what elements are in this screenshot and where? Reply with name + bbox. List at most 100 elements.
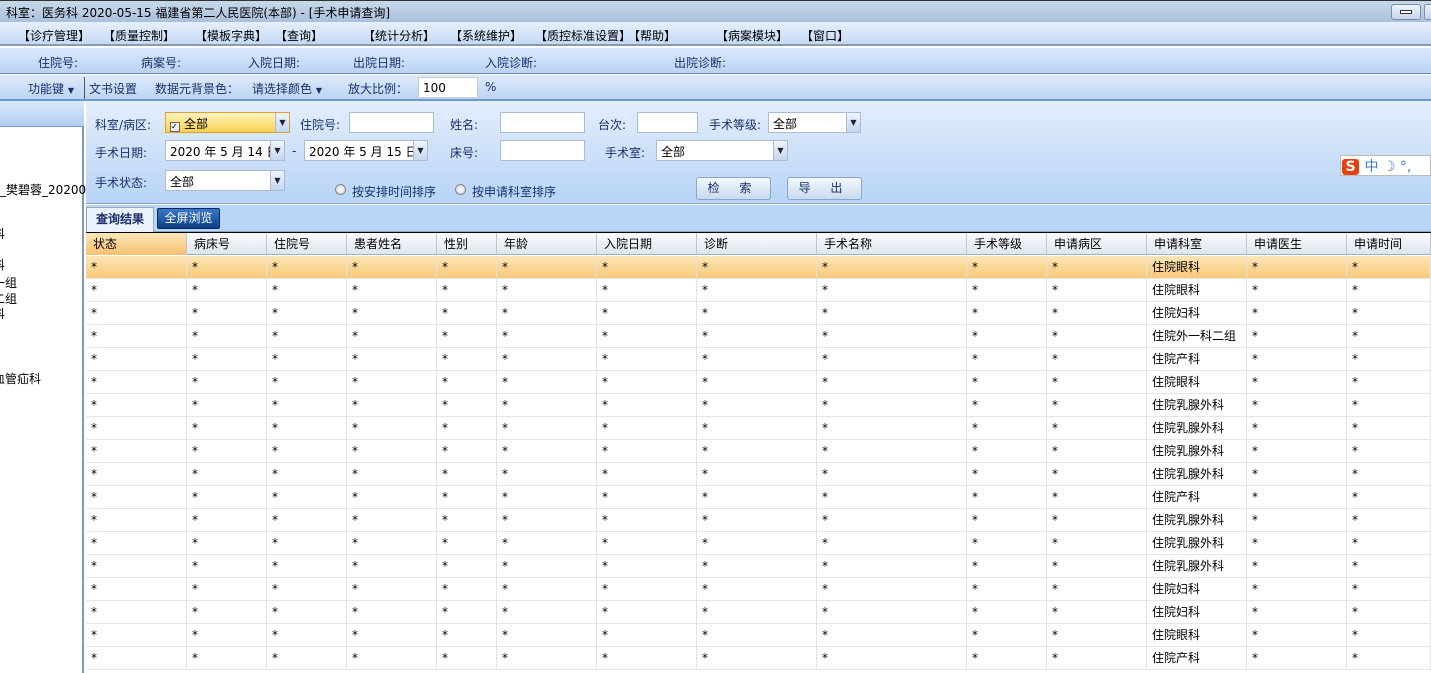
menu-item[interactable]: 【质控标准设置】 — [535, 27, 631, 44]
table-cell: * — [497, 624, 597, 647]
menu-item[interactable]: 【诊疗管理】 — [18, 27, 90, 44]
tree-item[interactable]: 血管疝科 — [0, 370, 41, 387]
table-cell: * — [597, 486, 697, 509]
table-row[interactable]: * * * * * * * * * * * 住院眼科 * * — [86, 279, 1431, 302]
column-header[interactable]: 申请病区 — [1047, 233, 1147, 255]
menu-item[interactable]: 【质量控制】 — [103, 27, 175, 44]
chevron-down-icon: ▼ — [270, 141, 284, 160]
table-cell: * — [1047, 325, 1147, 348]
name-input[interactable] — [500, 112, 585, 133]
tree-item[interactable]: 一组 — [0, 274, 17, 291]
table-row[interactable]: * * * * * * * * * * * 住院妇科 * * — [86, 578, 1431, 601]
column-header[interactable]: 年龄 — [497, 233, 597, 255]
table-cell: * — [817, 555, 967, 578]
date-from-picker[interactable]: 2020 年 5 月 14 日 ▼ — [165, 140, 285, 161]
table-cell: * — [347, 532, 437, 555]
table-row[interactable]: * * * * * * * * * * * 住院妇科 * * — [86, 302, 1431, 325]
sort-dept-radio[interactable] — [455, 184, 466, 195]
table-cell: 住院眼科 — [1147, 624, 1247, 647]
table-row[interactable]: * * * * * * * * * * * 住院产科 * * — [86, 348, 1431, 371]
inpatient-input[interactable] — [349, 112, 434, 133]
search-button[interactable]: 检 索 — [696, 177, 771, 200]
menu-item[interactable]: 【查询】 — [275, 27, 323, 44]
column-header[interactable]: 状态 — [86, 233, 187, 255]
table-row[interactable]: * * * * * * * * * * * 住院乳腺外科 * * — [86, 509, 1431, 532]
table-cell: * — [697, 647, 817, 670]
sort-dept-label: 按申请科室排序 — [472, 185, 557, 199]
menu-bar: 【诊疗管理】 【质量控制】 【模板字典】 【查询】 【统计分析】 【系统维护】 【质控标准设… — [0, 22, 1431, 46]
menu-item[interactable]: 【统计分析】 — [363, 27, 435, 44]
table-cell: * — [597, 348, 697, 371]
table-cell: * — [86, 647, 187, 670]
table-row[interactable]: * * * * * * * * * * * 住院乳腺外科 * * — [86, 417, 1431, 440]
table-cell: 住院眼科 — [1147, 256, 1247, 279]
table-row[interactable]: * * * * * * * * * * * 住院眼科 * * — [86, 371, 1431, 394]
sogou-logo-icon: S — [1342, 159, 1359, 175]
table-cell: * — [1247, 463, 1347, 486]
sort-time-radio[interactable] — [335, 184, 346, 195]
column-header[interactable]: 患者姓名 — [347, 233, 437, 255]
table-row[interactable]: * * * * * * * * * * * 住院外一科二组 * * — [86, 325, 1431, 348]
table-cell: * — [967, 394, 1047, 417]
bg-color-dropdown[interactable]: 请选择颜色 ▼ — [252, 80, 322, 97]
level-select[interactable]: 全部 ▼ — [768, 112, 861, 133]
menu-item[interactable]: 【帮助】 — [628, 27, 676, 44]
function-key-menu[interactable]: 功能键 ▼ — [28, 80, 74, 97]
column-header[interactable]: 病床号 — [187, 233, 267, 255]
table-row[interactable]: * * * * * * * * * * * 住院妇科 * * — [86, 601, 1431, 624]
level-value: 全部 — [773, 117, 798, 131]
date-to-picker[interactable]: 2020 年 5 月 15 日 ▼ — [304, 140, 428, 161]
table-row[interactable]: * * * * * * * * * * * 住院乳腺外科 * * — [86, 463, 1431, 486]
table-row[interactable]: * * * * * * * * * * * 住院眼科 * * — [86, 256, 1431, 279]
menu-item[interactable]: 【系统维护】 — [450, 27, 522, 44]
column-header[interactable]: 申请医生 — [1247, 233, 1347, 255]
menu-item[interactable]: 【病案模块】 — [716, 27, 788, 44]
table-cell: * — [967, 509, 1047, 532]
info-label: 入院诊断: — [485, 56, 538, 70]
table-cell: * — [817, 440, 967, 463]
minimize-button[interactable] — [1391, 4, 1421, 20]
column-header[interactable]: 手术等级 — [967, 233, 1047, 255]
column-header[interactable]: 性别 — [437, 233, 497, 255]
ime-punct[interactable]: °, — [1400, 159, 1411, 175]
column-header[interactable]: 申请科室 — [1147, 233, 1247, 255]
fullscreen-button[interactable]: 全屏浏览 — [157, 208, 220, 229]
maximize-button[interactable] — [1424, 4, 1431, 20]
column-header[interactable]: 住院号 — [267, 233, 347, 255]
tree-item[interactable]: _樊碧蓉_202005 — [0, 181, 94, 198]
doc-settings-button[interactable]: 文书设置 — [89, 80, 137, 97]
ime-toolbar[interactable]: S 中 ☽ °, — [1340, 155, 1431, 176]
table-row[interactable]: * * * * * * * * * * * 住院乳腺外科 * * — [86, 555, 1431, 578]
tree-item[interactable]: 科 — [0, 305, 5, 322]
export-button[interactable]: 导 出 — [787, 177, 862, 200]
tree-item[interactable]: 科 — [0, 225, 5, 242]
table-row[interactable]: * * * * * * * * * * * 住院产科 * * — [86, 647, 1431, 670]
menu-item[interactable]: 【窗口】 — [801, 27, 849, 44]
ime-mode[interactable]: 中 — [1364, 159, 1378, 175]
column-header[interactable]: 申请时间 — [1347, 233, 1431, 255]
table-row[interactable]: * * * * * * * * * * * 住院乳腺外科 * * — [86, 394, 1431, 417]
table-cell: * — [697, 325, 817, 348]
table-row[interactable]: * * * * * * * * * * * 住院乳腺外科 * * — [86, 440, 1431, 463]
table-cell: * — [967, 371, 1047, 394]
table-cell: * — [817, 532, 967, 555]
tab-results[interactable]: 查询结果 — [86, 207, 154, 232]
column-header[interactable]: 手术名称 — [817, 233, 967, 255]
table-row[interactable]: * * * * * * * * * * * 住院产科 * * — [86, 486, 1431, 509]
zoom-input[interactable] — [418, 77, 478, 98]
column-header[interactable]: 诊断 — [697, 233, 817, 255]
menu-item[interactable]: 【模板字典】 — [195, 27, 267, 44]
seq-input[interactable] — [637, 112, 698, 133]
status-select[interactable]: 全部 ▼ — [165, 170, 285, 191]
tree-item[interactable]: 科 — [0, 256, 5, 273]
column-header[interactable]: 入院日期 — [597, 233, 697, 255]
table-cell: 住院产科 — [1147, 348, 1247, 371]
table-row[interactable]: * * * * * * * * * * * 住院眼科 * * — [86, 624, 1431, 647]
bed-input[interactable] — [500, 140, 585, 161]
table-row[interactable]: * * * * * * * * * * * 住院乳腺外科 * * — [86, 532, 1431, 555]
table-cell: 住院眼科 — [1147, 371, 1247, 394]
info-label: 入院日期: — [248, 56, 301, 70]
table-cell: * — [347, 348, 437, 371]
dept-select[interactable]: ✓ 全部 ▼ — [165, 112, 290, 133]
room-select[interactable]: 全部 ▼ — [656, 140, 788, 161]
